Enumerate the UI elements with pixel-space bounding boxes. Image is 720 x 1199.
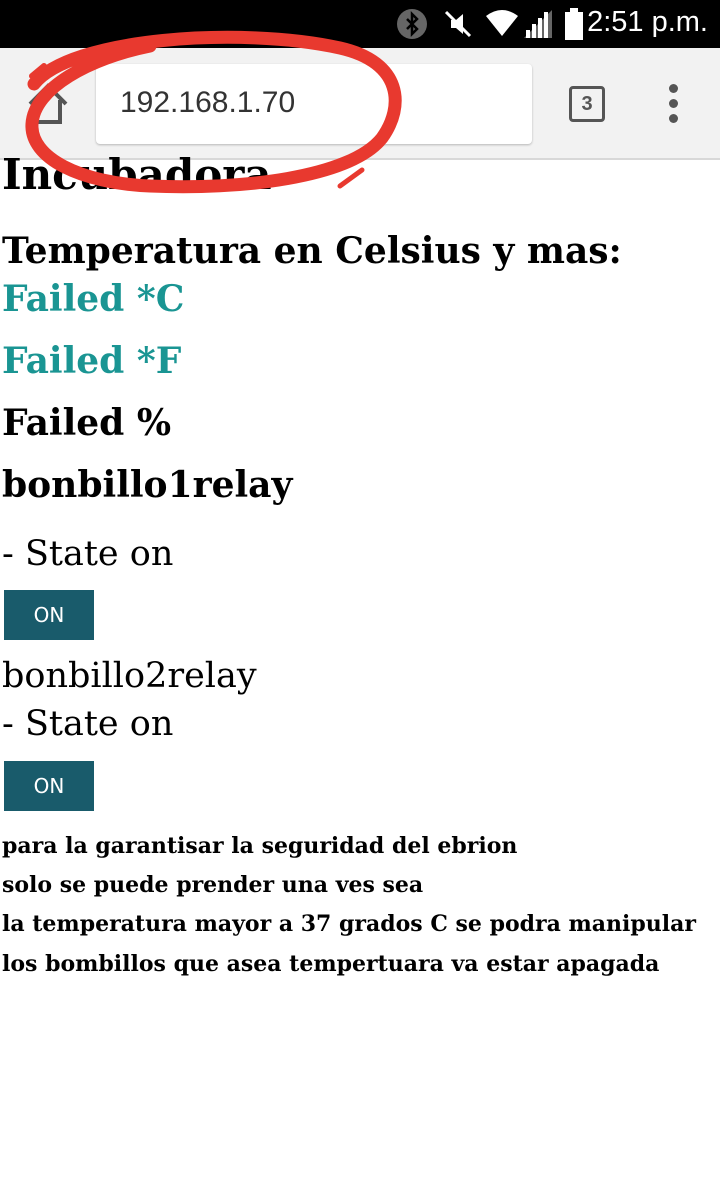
celsius-reading: Failed *C (2, 278, 185, 320)
overflow-menu-icon[interactable] (660, 84, 688, 124)
note-line: solo se puede prender una ves sea (2, 872, 424, 898)
bluetooth-icon (397, 9, 427, 39)
wifi-icon (486, 10, 518, 36)
url-bar[interactable]: 192.168.1.70 (96, 64, 532, 144)
battery-icon (565, 8, 583, 40)
note-line: la temperatura mayor a 37 grados C se po… (2, 911, 696, 937)
url-text[interactable]: 192.168.1.70 (120, 86, 295, 120)
relay1-title: bonbillo1relay (2, 464, 293, 506)
fahrenheit-reading: Failed *F (2, 340, 182, 382)
status-bar: 2:51 p.m. (0, 0, 720, 48)
home-icon[interactable] (22, 78, 74, 130)
status-time: 2:51 p.m. (587, 6, 708, 38)
relay2-on-button[interactable]: ON (4, 761, 94, 811)
note-line: para la garantisar la seguridad del ebri… (2, 833, 518, 859)
relay1-state: - State on (2, 534, 174, 574)
temperature-heading: Temperatura en Celsius y mas: (2, 230, 622, 272)
tab-switcher-icon[interactable]: 3 (569, 86, 605, 122)
browser-toolbar: 192.168.1.70 3 (0, 48, 720, 160)
tab-count: 3 (581, 93, 593, 115)
mute-icon (444, 10, 472, 38)
humidity-reading: Failed % (2, 402, 172, 444)
relay2-title: bonbillo2relay (2, 656, 257, 696)
signal-icon (524, 10, 552, 38)
page-title: Incubadora (2, 150, 272, 199)
note-line: los bombillos que asea tempertuara va es… (2, 951, 660, 977)
relay1-on-button[interactable]: ON (4, 590, 94, 640)
relay2-state: - State on (2, 704, 174, 744)
